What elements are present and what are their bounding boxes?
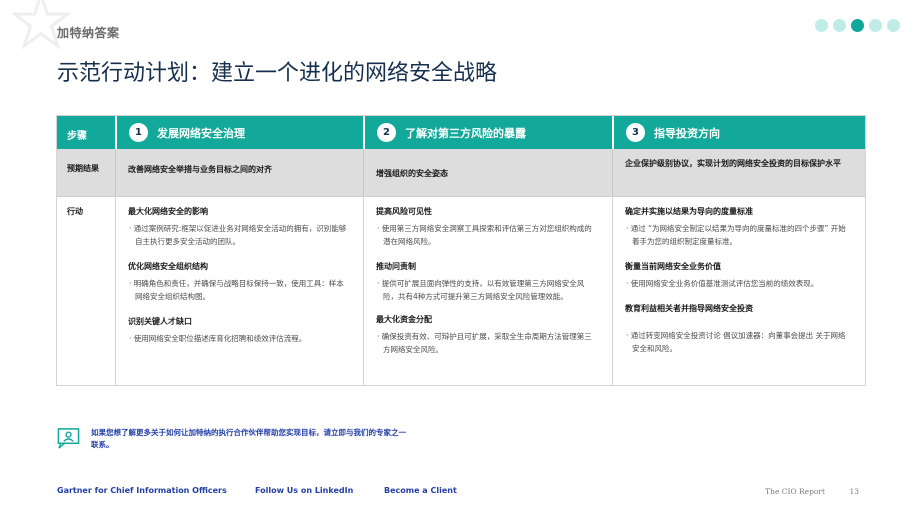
step-1-header: 1 发展网络安全治理 bbox=[115, 116, 363, 149]
action-cell-2: 提高风险可见性 · 使用第三方网络安全洞察工具探索和评估第三方对您组织构成的潜在… bbox=[363, 197, 612, 385]
step-3-header: 3 指导投资方向 bbox=[612, 116, 865, 149]
action-bullet: · 通过案例研究:框架以促进业务对网络安全活动的拥有，识别能够自主执行更多安全活… bbox=[129, 224, 347, 246]
footer-link-linkedin[interactable]: Follow Us on LinkedIn bbox=[255, 486, 353, 495]
action-cell-1: 最大化网络安全的影响 · 通过案例研究:框架以促进业务对网络安全活动的拥有，识别… bbox=[115, 197, 363, 385]
results-row-label: 预期结果 bbox=[67, 164, 99, 173]
action-bullet: · 通过转变网络安全投资讨论 倡议加速器：向董事会提出 关于网络安全和风险。 bbox=[626, 331, 846, 353]
step-label: 发展网络安全治理 bbox=[157, 126, 245, 140]
action-heading: 衡量当前网络安全业务价值 bbox=[625, 262, 721, 271]
action-heading: 优化网络安全组织结构 bbox=[128, 262, 208, 271]
action-heading: 确定并实施以结果为导向的度量标准 bbox=[625, 207, 753, 216]
action-cell-3: 确定并实施以结果为导向的度量标准 · 通过 “为网络安全制定以结果为导向的度量标… bbox=[612, 197, 865, 385]
page-nav-dots bbox=[815, 19, 900, 32]
result-cell-1: 改善网络安全举措与业务目标之间的对齐 bbox=[115, 149, 363, 196]
actions-row-label: 行动 bbox=[67, 207, 83, 216]
steps-column-header: 步骤 bbox=[67, 131, 87, 142]
nav-dot-1[interactable] bbox=[815, 19, 828, 32]
action-heading: 推动问责制 bbox=[376, 262, 416, 271]
expert-contact-icon bbox=[57, 428, 80, 449]
brand-label: 加特纳答案 bbox=[57, 26, 120, 40]
action-heading: 提高风险可见性 bbox=[376, 207, 432, 216]
action-bullet: · 提供可扩展且面向弹性的支持，以有效管理第三方网络安全风险，共有4种方式可提升… bbox=[377, 279, 585, 301]
footer-link-cio[interactable]: Gartner for Chief Information Officers bbox=[57, 486, 227, 495]
action-heading: 教育利益相关者并指导网络安全投资 bbox=[625, 304, 753, 313]
footer-link-become-client[interactable]: Become a Client bbox=[384, 486, 457, 495]
step-number-badge: 1 bbox=[129, 123, 148, 142]
page-title: 示范行动计划：建立一个进化的网络安全战略 bbox=[57, 61, 498, 86]
nav-dot-4[interactable] bbox=[869, 19, 882, 32]
action-plan-table: 步骤 1 发展网络安全治理 2 了解对第三方风险的暴露 3 指导投资方向 预期结… bbox=[56, 115, 866, 386]
action-bullet: · 明确角色和责任，并确保与战略目标保持一致，使用工具：样本网络安全组织结构图。 bbox=[129, 279, 344, 301]
action-bullet: · 通过 “为网络安全制定以结果为导向的度量标准的四个步骤” 开始着手为您的组织… bbox=[626, 224, 846, 246]
nav-dot-3[interactable] bbox=[851, 19, 864, 32]
page-footer: Gartner for Chief Information Officers F… bbox=[57, 486, 863, 500]
step-2-header: 2 了解对第三方风险的暴露 bbox=[363, 116, 612, 149]
nav-dot-5[interactable] bbox=[887, 19, 900, 32]
step-label: 了解对第三方风险的暴露 bbox=[405, 126, 526, 140]
report-name: The CIO Report bbox=[765, 487, 825, 496]
action-bullet: · 使用第三方网络安全洞察工具探索和评估第三方对您组织构成的潜在网络风险。 bbox=[377, 224, 592, 246]
step-number-badge: 2 bbox=[377, 123, 396, 142]
page-number: 13 bbox=[849, 487, 859, 496]
expected-results-row: 预期结果 改善网络安全举措与业务目标之间的对齐 增强组织的安全姿态 企业保护级别… bbox=[57, 149, 865, 197]
nav-dot-2[interactable] bbox=[833, 19, 846, 32]
contact-expert-link[interactable]: 如果您想了解更多关于如何让加特纳的执行合作伙伴帮助您实现目标，请立即与我们的专家… bbox=[91, 427, 411, 451]
contact-expert-callout[interactable]: 如果您想了解更多关于如何让加特纳的执行合作伙伴帮助您实现目标，请立即与我们的专家… bbox=[57, 427, 411, 451]
action-heading: 识别关键人才缺口 bbox=[128, 317, 192, 326]
action-bullet: · 使用网络安全业务价值基准测试评估您当前的绩效表现。 bbox=[626, 279, 819, 288]
action-bullet: · 确保投资有效、可辩护且可扩展，采取全生命周期方法管理第三方网络安全风险。 bbox=[377, 332, 592, 354]
action-heading: 最大化资金分配 bbox=[376, 315, 432, 324]
action-bullet: · 使用网络安全职位描述库育化招聘和绩效评估流程。 bbox=[129, 334, 307, 343]
table-header-row: 步骤 1 发展网络安全治理 2 了解对第三方风险的暴露 3 指导投资方向 bbox=[57, 116, 865, 149]
action-heading: 最大化网络安全的影响 bbox=[128, 207, 208, 216]
step-number-badge: 3 bbox=[626, 123, 645, 142]
result-cell-2: 增强组织的安全姿态 bbox=[363, 149, 612, 196]
result-cell-3: 企业保护级别协议，实现计划的网络安全投资的目标保护水平 bbox=[612, 149, 865, 196]
step-label: 指导投资方向 bbox=[654, 126, 720, 140]
actions-row: 行动 最大化网络安全的影响 · 通过案例研究:框架以促进业务对网络安全活动的拥有… bbox=[57, 197, 865, 385]
